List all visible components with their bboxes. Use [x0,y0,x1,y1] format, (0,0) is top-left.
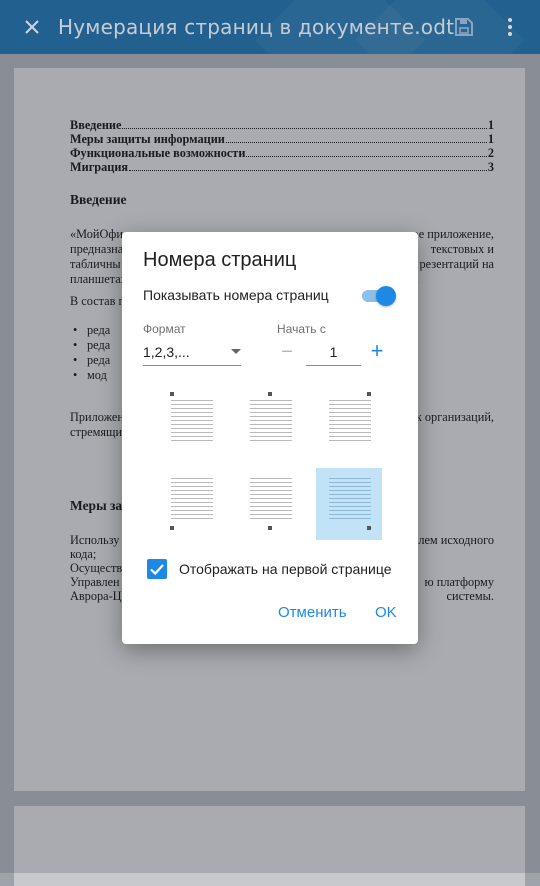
format-select-value: 1,2,3,... [143,344,190,360]
chevron-down-icon [231,349,241,354]
toggle-thumb [376,286,396,306]
decrement-button[interactable]: − [278,341,296,363]
check-icon [150,564,164,576]
ok-button[interactable]: OK [375,604,397,621]
show-page-numbers-label: Показывать номера страниц [143,287,329,303]
show-page-numbers-toggle[interactable] [360,285,396,307]
start-number-input[interactable]: 1 [306,340,361,366]
dialog-title: Номера страниц [143,249,297,271]
first-page-label: Отображать на первой странице [179,561,392,577]
format-select[interactable]: 1,2,3,... [143,340,241,366]
format-label: Формат [143,322,186,336]
page-number-mark [367,392,371,396]
first-page-checkbox[interactable] [147,559,167,579]
increment-button[interactable]: + [367,339,387,363]
position-bottom-right[interactable] [316,468,382,540]
cancel-button[interactable]: Отменить [278,604,347,621]
position-top-right[interactable] [316,388,382,460]
position-top-left[interactable] [158,388,224,460]
position-top-center[interactable] [237,388,303,460]
position-bottom-left[interactable] [158,468,224,540]
start-number-value: 1 [329,344,338,360]
position-bottom-center[interactable] [237,468,303,540]
start-at-label: Начать с [277,322,326,336]
page-number-mark [268,526,272,530]
page-number-mark [170,526,174,530]
page-number-mark [268,392,272,396]
page-number-mark [170,392,174,396]
page-number-mark [367,526,371,530]
page-numbers-dialog: Номера страниц Показывать номера страниц… [122,232,418,644]
